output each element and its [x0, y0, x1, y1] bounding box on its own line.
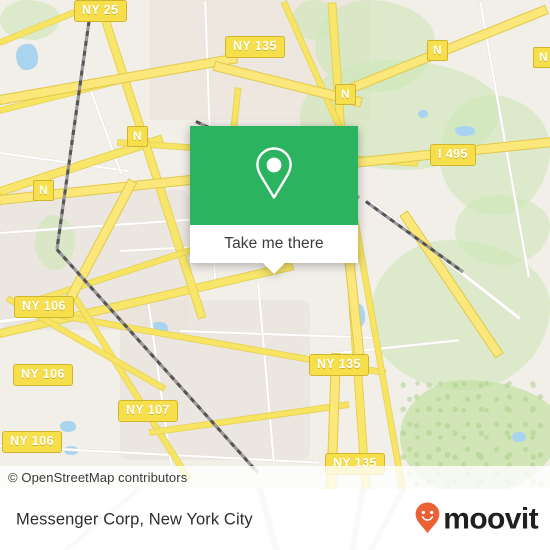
map-route-shield: NY 135	[309, 354, 369, 376]
footer-bar: Messenger Corp, New York City moovit	[0, 489, 550, 550]
location-callout-card[interactable]: Take me there	[190, 126, 358, 274]
map-water	[512, 432, 526, 442]
map-water	[16, 44, 38, 70]
map-canvas[interactable]: NY 25 NY 135 N N N N N I 495 NY 106 NY 106 NY 135 N…	[0, 0, 550, 489]
map-water	[455, 126, 475, 136]
moovit-smiley-pin-icon	[414, 501, 441, 538]
map-route-shield: NY 106	[14, 296, 74, 318]
map-route-shield: NY 106	[2, 431, 62, 453]
map-water	[418, 110, 428, 118]
map-route-shield: N	[335, 84, 357, 105]
map-route-shield: N	[127, 126, 149, 147]
moovit-brand[interactable]: moovit	[414, 501, 539, 538]
map-route-shield: N	[427, 40, 449, 61]
screenshot-root: NY 25 NY 135 N N N N N I 495 NY 106 NY 106 NY 135 N…	[0, 0, 550, 550]
map-route-shield: N	[533, 47, 550, 68]
map-landuse-park	[455, 195, 550, 265]
map-water	[60, 421, 76, 432]
card-action-bar[interactable]: Take me there	[190, 225, 358, 274]
osm-attribution-link[interactable]: © OpenStreetMap contributors	[0, 470, 187, 485]
take-me-there-button[interactable]: Take me there	[224, 235, 324, 253]
map-route-shield: N	[33, 180, 55, 201]
card-pin-area	[190, 126, 358, 225]
place-title: Messenger Corp, New York City	[16, 510, 253, 528]
callout-tail	[263, 263, 285, 274]
map-attribution-bar: © OpenStreetMap contributors	[0, 466, 550, 489]
moovit-wordmark: moovit	[443, 502, 538, 536]
map-landuse-park	[370, 240, 550, 390]
map-route-shield: NY 107	[118, 400, 178, 422]
map-route-shield: NY 135	[225, 36, 285, 58]
map-route-shield: I 495	[430, 144, 476, 166]
map-pin-icon	[251, 145, 297, 206]
map-route-shield: NY 106	[13, 364, 73, 386]
map-route-shield: NY 25	[74, 0, 127, 22]
